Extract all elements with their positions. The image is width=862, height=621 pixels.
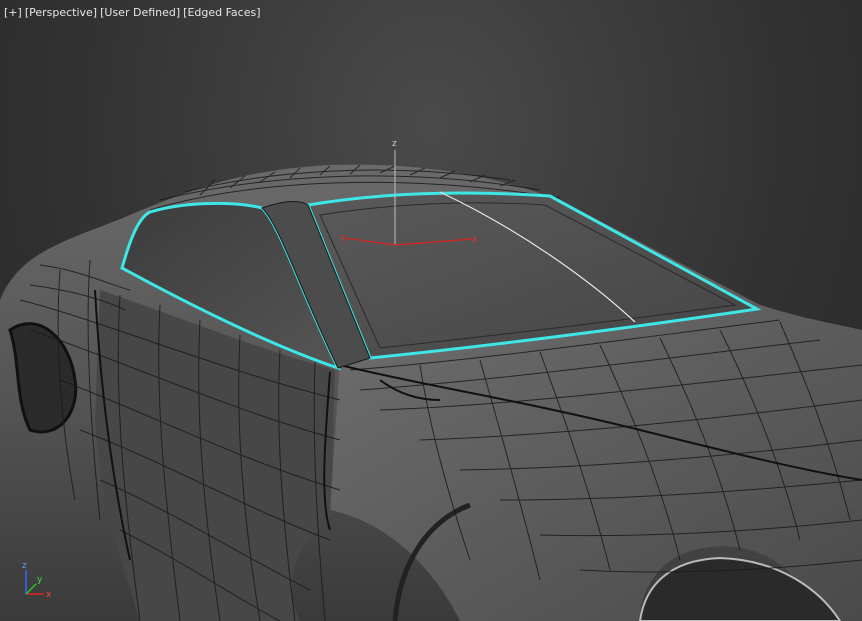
gizmo-y-label: y — [340, 233, 346, 243]
tripod-z-label: z — [22, 561, 27, 571]
perspective-viewport[interactable]: z y x z x y [+] [Perspective] [User Define… — [0, 0, 862, 621]
gizmo-x-label: x — [472, 235, 478, 245]
viewport-shading-label[interactable]: [User Defined] — [100, 6, 180, 19]
tripod-y-label: y — [37, 575, 43, 585]
tripod-x-label: x — [46, 590, 52, 600]
car-body-mesh[interactable]: z y x z x y — [0, 0, 862, 621]
viewport-view-label[interactable]: [Perspective] — [25, 6, 97, 19]
viewport-edged-faces-label[interactable]: [Edged Faces] — [183, 6, 260, 19]
viewport-menu-button[interactable]: [+] — [4, 6, 22, 19]
gizmo-z-label: z — [392, 139, 397, 149]
viewport-label-bar: [+] [Perspective] [User Defined] [Edged Fac… — [4, 6, 264, 19]
